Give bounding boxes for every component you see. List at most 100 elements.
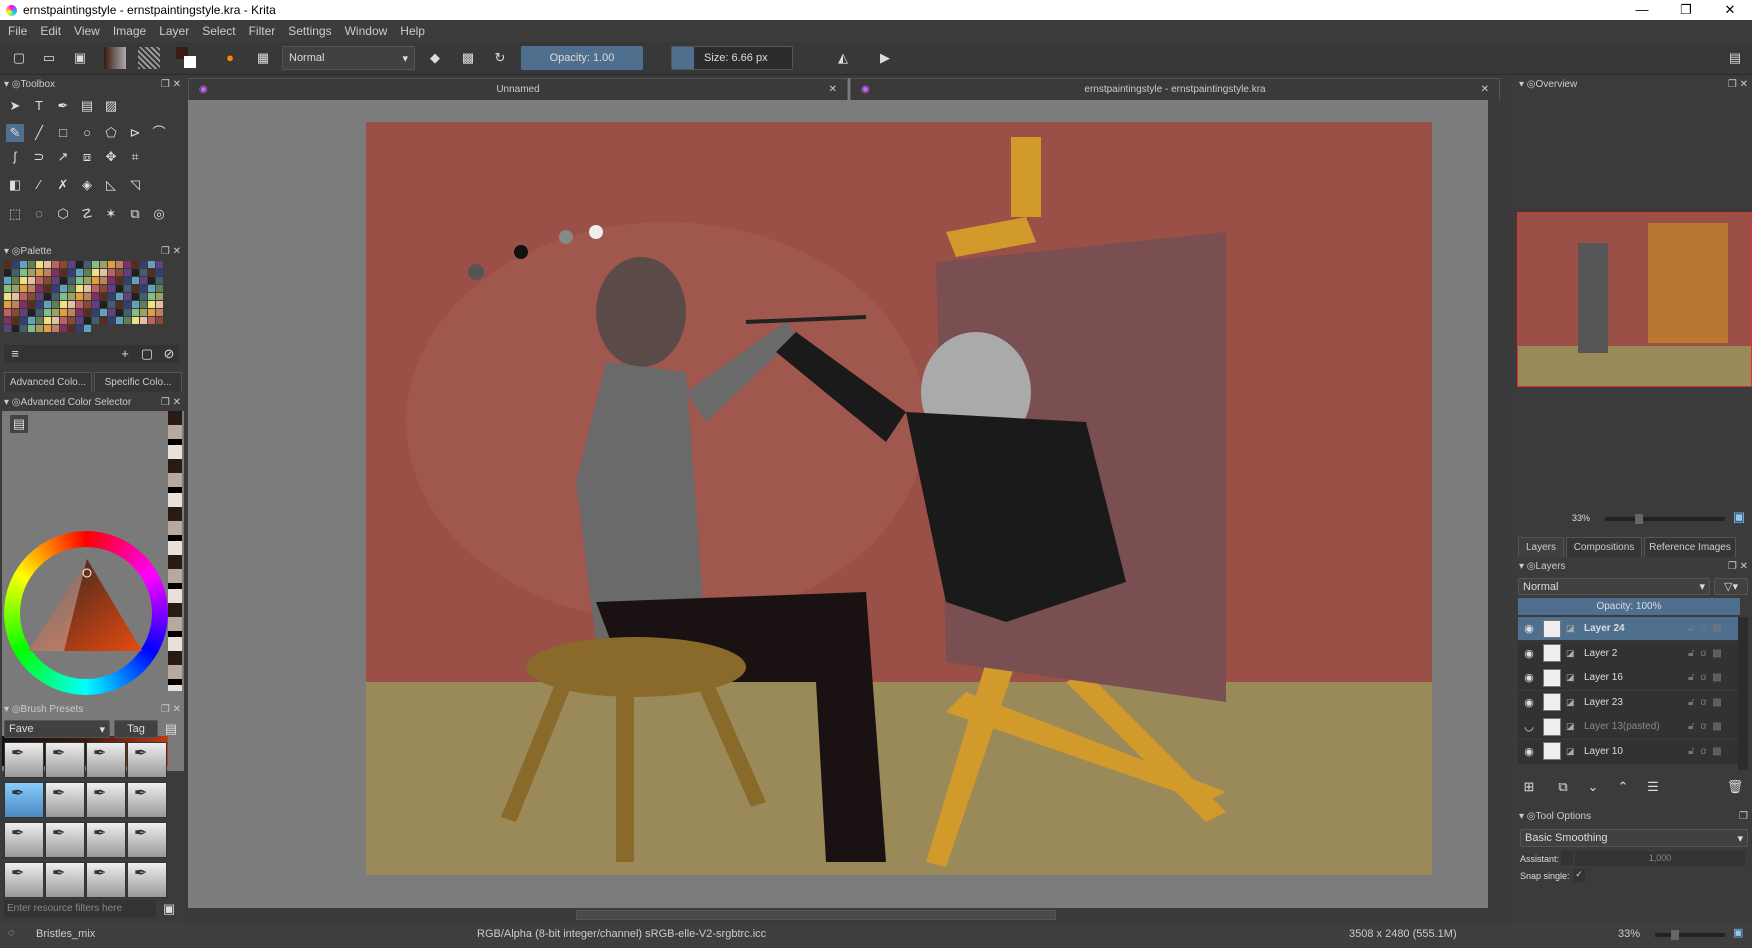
- colorize-mask-tool-icon[interactable]: ✗: [54, 176, 72, 194]
- alpha-lock-icon[interactable]: α: [1700, 623, 1706, 634]
- duplicate-layer-icon[interactable]: ⧉: [1554, 778, 1572, 796]
- palette-swatch[interactable]: [132, 285, 139, 292]
- inherit-alpha-icon[interactable]: ▩: [1712, 746, 1721, 757]
- brush-preset[interactable]: ✒: [86, 862, 126, 898]
- palette-swatch[interactable]: [140, 269, 147, 276]
- layer-row[interactable]: ◉ ◪ Layer 2 🔓︎ α ▩: [1518, 641, 1744, 666]
- resource-filter-input[interactable]: Enter resource filters here: [4, 900, 156, 918]
- palette-swatch[interactable]: [44, 293, 51, 300]
- palette-swatch[interactable]: [116, 285, 123, 292]
- eye-closed-icon[interactable]: ◡: [1518, 720, 1540, 733]
- palette-swatch[interactable]: [76, 269, 83, 276]
- palette-swatch[interactable]: [84, 301, 91, 308]
- palette-swatch[interactable]: [36, 269, 43, 276]
- rect-select-tool-icon[interactable]: ⬚: [6, 205, 24, 223]
- palette-swatch[interactable]: [148, 301, 155, 308]
- menu-layer[interactable]: Layer: [159, 24, 189, 38]
- palette-swatch[interactable]: [4, 285, 11, 292]
- palette-swatch[interactable]: [124, 301, 131, 308]
- lock-icon[interactable]: 🔓︎: [1688, 746, 1694, 757]
- palette-swatch[interactable]: [4, 269, 11, 276]
- transform-tool-icon[interactable]: ⧈: [78, 148, 96, 166]
- palette-swatch[interactable]: [12, 277, 19, 284]
- palette-swatch[interactable]: [76, 293, 83, 300]
- palette-swatch[interactable]: [68, 325, 75, 332]
- palette-swatch[interactable]: [4, 301, 11, 308]
- palette-swatch[interactable]: [84, 269, 91, 276]
- eye-icon[interactable]: ◉: [1518, 745, 1540, 758]
- similar-select-tool-icon[interactable]: ⧉: [126, 205, 144, 223]
- palette-swatch[interactable]: [132, 309, 139, 316]
- palette-swatch[interactable]: [52, 301, 59, 308]
- palette-swatch[interactable]: [60, 293, 67, 300]
- palette-swatch[interactable]: [60, 277, 67, 284]
- palette-swatch[interactable]: [36, 293, 43, 300]
- maximize-button[interactable]: ❐: [1664, 0, 1708, 20]
- palette-swatch[interactable]: [36, 277, 43, 284]
- palette-swatch[interactable]: [100, 293, 107, 300]
- float-close-icon[interactable]: ❐ ✕: [161, 246, 181, 257]
- palette-swatch[interactable]: [100, 301, 107, 308]
- palette-swatch[interactable]: [44, 301, 51, 308]
- edit-palette-icon[interactable]: ▢: [138, 345, 156, 363]
- edit-shapes-tool-icon[interactable]: ✒: [54, 97, 72, 115]
- inherit-alpha-icon[interactable]: ▩: [1712, 623, 1721, 634]
- palette-swatch[interactable]: [44, 269, 51, 276]
- palette-swatch[interactable]: [68, 309, 75, 316]
- menu-help[interactable]: Help: [400, 24, 425, 38]
- brush-preset[interactable]: ✒: [4, 862, 44, 898]
- pattern-selector[interactable]: [138, 47, 160, 69]
- brush-preset[interactable]: ✒: [86, 782, 126, 818]
- palette-swatch[interactable]: [148, 269, 155, 276]
- horizontal-scrollbar[interactable]: [188, 908, 1500, 922]
- pattern-tool-icon[interactable]: ▨: [102, 97, 120, 115]
- palette-swatch[interactable]: [140, 277, 147, 284]
- palette-swatch[interactable]: [108, 277, 115, 284]
- smoothing-select[interactable]: Basic Smoothing ▾: [1520, 829, 1748, 847]
- palette-swatch[interactable]: [92, 277, 99, 284]
- palette-swatch[interactable]: [12, 317, 19, 324]
- ellipse-select-tool-icon[interactable]: ◌: [30, 205, 48, 223]
- polygon-select-tool-icon[interactable]: ⬡: [54, 205, 72, 223]
- save-icon[interactable]: ▣: [71, 49, 89, 67]
- palette-swatch[interactable]: [52, 317, 59, 324]
- palette-swatch[interactable]: [116, 277, 123, 284]
- ellipse-tool-icon[interactable]: ○: [78, 124, 96, 142]
- polyline-tool-icon[interactable]: ⊳: [126, 124, 144, 142]
- palette-swatch[interactable]: [92, 285, 99, 292]
- palette-swatch[interactable]: [28, 301, 35, 308]
- freehand-select-tool-icon[interactable]: ☡: [78, 205, 96, 223]
- tab-unnamed[interactable]: ◉ Unnamed ✕: [188, 78, 848, 100]
- palette-swatch[interactable]: [124, 277, 131, 284]
- smart-patch-tool-icon[interactable]: ↗: [54, 148, 72, 166]
- palette-swatch[interactable]: [132, 269, 139, 276]
- eye-icon[interactable]: ◉: [1518, 671, 1540, 684]
- menu-window[interactable]: Window: [345, 24, 388, 38]
- alpha-lock-icon[interactable]: α: [1700, 721, 1706, 732]
- palette-swatch[interactable]: [52, 325, 59, 332]
- gradient-selector[interactable]: [104, 47, 126, 69]
- palette-swatch[interactable]: [84, 309, 91, 316]
- float-icon[interactable]: ❐ ✕: [1728, 79, 1748, 90]
- close-tab-icon[interactable]: ✕: [1481, 84, 1489, 95]
- layer-row[interactable]: ◉ ◪ Layer 10 🔓︎ α ▩: [1518, 739, 1744, 764]
- menu-edit[interactable]: Edit: [40, 24, 61, 38]
- rectangle-tool-icon[interactable]: □: [54, 124, 72, 142]
- palette-swatch[interactable]: [116, 301, 123, 308]
- vertical-scrollbar[interactable]: [1488, 100, 1500, 908]
- lock-icon[interactable]: 🔓︎: [1688, 697, 1694, 708]
- palette-swatch[interactable]: [20, 317, 27, 324]
- brush-preset[interactable]: ✒: [45, 742, 85, 778]
- eye-icon[interactable]: ◉: [1518, 647, 1540, 660]
- palette-swatch[interactable]: [68, 293, 75, 300]
- palette-swatch[interactable]: [140, 285, 147, 292]
- fit-view-icon[interactable]: ▣: [1730, 508, 1748, 526]
- palette-swatch[interactable]: [44, 309, 51, 316]
- palette-swatch[interactable]: [148, 261, 155, 268]
- minimize-button[interactable]: —: [1620, 0, 1664, 20]
- layer-row[interactable]: ◉ ◪ Layer 16 🔓︎ α ▩: [1518, 666, 1744, 690]
- palette-swatch[interactable]: [92, 269, 99, 276]
- palette-swatch[interactable]: [36, 285, 43, 292]
- palette-swatch[interactable]: [92, 301, 99, 308]
- magic-wand-tool-icon[interactable]: ✶: [102, 205, 120, 223]
